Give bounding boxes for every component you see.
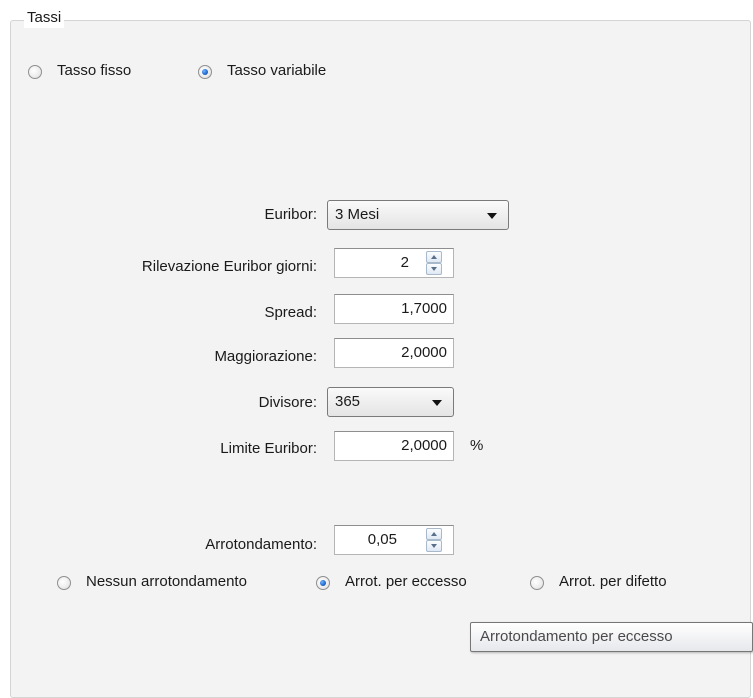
arrotondamento-spinner[interactable]: 0,05 [334,525,454,555]
arrow-up-icon [431,532,437,536]
spinner-down-button[interactable] [426,263,442,275]
euribor-select[interactable]: 3 Mesi [327,200,509,230]
radio-arrot-eccesso[interactable] [316,576,330,590]
radio-nessun-arrotondamento[interactable] [57,576,71,590]
limite-euribor-input[interactable]: 2,0000 [334,431,454,461]
radio-tasso-variabile-label[interactable]: Tasso variabile [227,61,326,81]
chevron-down-icon [432,400,442,406]
spread-input[interactable]: 1,7000 [334,294,454,324]
radio-arrot-eccesso-label[interactable]: Arrot. per eccesso [345,572,467,592]
arrow-down-icon [431,544,437,548]
tooltip: Arrotondamento per eccesso [470,622,753,652]
groupbox-title: Tassi [24,8,65,28]
radio-arrot-difetto-label[interactable]: Arrot. per difetto [559,572,667,592]
spread-label: Spread: [264,304,317,321]
arrotondamento-value[interactable]: 0,05 [335,526,397,554]
divisore-select-value: 365 [335,393,361,410]
euribor-label: Euribor: [264,206,317,223]
rilevazione-label: Rilevazione Euribor giorni: [141,258,317,275]
chevron-down-icon [487,213,497,219]
radio-arrot-difetto[interactable] [530,576,544,590]
limite-euribor-unit: % [470,437,484,454]
maggiorazione-input[interactable]: 2,0000 [334,338,454,368]
radio-tasso-fisso[interactable] [28,65,42,79]
divisore-label: Divisore: [258,394,317,411]
rilevazione-spinner[interactable]: 2 [334,248,454,278]
radio-nessun-arrotondamento-label[interactable]: Nessun arrotondamento [86,572,247,592]
spinner-up-button[interactable] [426,251,442,263]
rilevazione-value[interactable]: 2 [335,249,409,277]
limite-euribor-label: Limite Euribor: [220,440,317,457]
arrow-down-icon [431,267,437,271]
radio-tasso-fisso-label[interactable]: Tasso fisso [57,61,131,81]
arrow-up-icon [431,255,437,259]
radio-tasso-variabile[interactable] [198,65,212,79]
maggiorazione-label: Maggiorazione: [214,348,317,365]
spinner-down-button[interactable] [426,540,442,552]
divisore-select[interactable]: 365 [327,387,454,417]
spinner-up-button[interactable] [426,528,442,540]
arrotondamento-label: Arrotondamento: [205,536,317,553]
euribor-select-value: 3 Mesi [335,206,380,223]
